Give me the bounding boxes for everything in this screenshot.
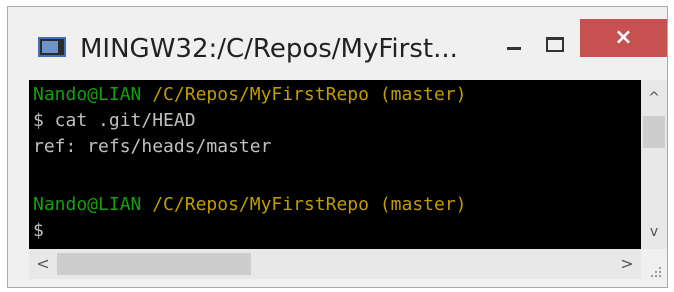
close-button[interactable]: ×: [580, 19, 667, 57]
terminal-app-icon[interactable]: [38, 37, 66, 57]
prompt-path: /C/Repos/MyFirstRepo: [152, 84, 369, 105]
scroll-left-icon[interactable]: <: [31, 249, 55, 279]
scroll-right-icon[interactable]: >: [615, 249, 639, 279]
title-bar[interactable]: MINGW32:/C/Repos/MyFirst... ×: [8, 7, 667, 71]
prompt-branch: (master): [379, 194, 467, 215]
prompt-path: /C/Repos/MyFirstRepo: [152, 194, 369, 215]
maximize-button[interactable]: [534, 31, 574, 61]
horizontal-scroll-thumb[interactable]: [57, 253, 251, 275]
prompt-line: Nando@LIAN /C/Repos/MyFirstRepo (master): [33, 192, 467, 218]
prompt-user-host: Nando@LIAN: [33, 84, 142, 105]
scroll-down-icon[interactable]: v: [641, 220, 667, 244]
resize-grip-icon[interactable]: [641, 249, 667, 279]
prompt-line: Nando@LIAN /C/Repos/MyFirstRepo (master): [33, 82, 467, 108]
window-title: MINGW32:/C/Repos/MyFirst...: [80, 34, 458, 64]
prompt-user-host: Nando@LIAN: [33, 194, 142, 215]
terminal-window: MINGW32:/C/Repos/MyFirst... × Nando@LIAN…: [7, 6, 668, 288]
close-icon: ×: [614, 25, 633, 50]
terminal-output[interactable]: Nando@LIAN /C/Repos/MyFirstRepo (master)…: [29, 80, 641, 249]
prompt-branch: (master): [379, 84, 467, 105]
minimize-button[interactable]: [494, 31, 534, 61]
input-prompt-line[interactable]: $: [33, 218, 44, 244]
horizontal-scrollbar[interactable]: < >: [29, 249, 641, 279]
scroll-up-icon[interactable]: ^: [641, 86, 667, 110]
output-line: ref: refs/heads/master: [33, 136, 272, 157]
command-line: $ cat .git/HEAD: [33, 110, 196, 131]
vertical-scroll-thumb[interactable]: [643, 116, 665, 148]
vertical-scrollbar[interactable]: ^ v: [641, 80, 667, 249]
